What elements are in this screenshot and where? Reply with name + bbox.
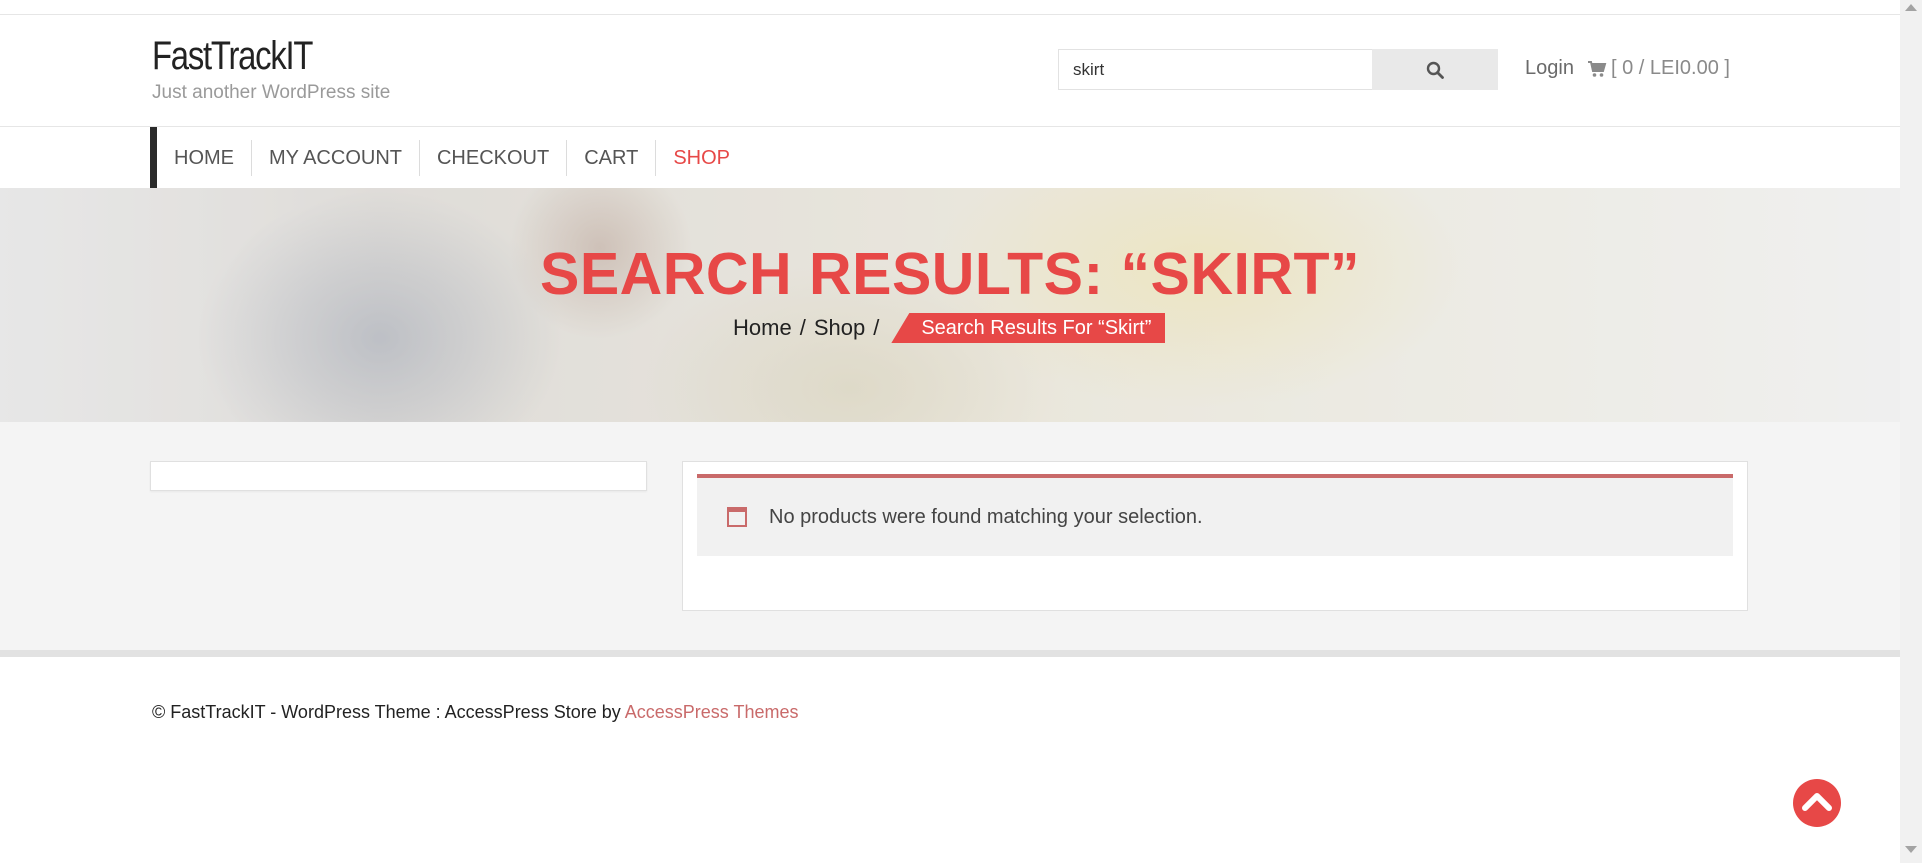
- breadcrumb-home[interactable]: Home: [733, 315, 792, 341]
- site-title[interactable]: FastTrackIT: [152, 34, 313, 79]
- search-icon: [1426, 61, 1444, 79]
- chevron-up-circle-icon: [1802, 793, 1832, 811]
- breadcrumb: Home / Shop / Search Results For “Skirt”: [733, 313, 1166, 343]
- site-description: Just another WordPress site: [152, 82, 391, 103]
- nav-item-cart[interactable]: CART: [567, 139, 657, 176]
- breadcrumb-shop[interactable]: Shop: [814, 315, 865, 341]
- page-title: SEARCH RESULTS: “SKIRT”: [539, 241, 1361, 307]
- breadcrumb-separator: /: [873, 315, 880, 340]
- footer-credit: © FastTrackIT - WordPress Theme : Access…: [152, 702, 798, 723]
- cart-icon: [1588, 60, 1607, 77]
- top-divider: [0, 14, 1900, 15]
- info-icon: [727, 507, 747, 527]
- main-nav: HOME MY ACCOUNT CHECKOUT CART SHOP: [150, 127, 747, 188]
- info-notice: No products were found matching your sel…: [697, 474, 1733, 556]
- search-button[interactable]: [1372, 49, 1498, 90]
- nav-item-shop[interactable]: SHOP: [656, 140, 747, 176]
- footer-divider: [0, 650, 1900, 657]
- scroll-down-arrow[interactable]: [1905, 846, 1917, 853]
- page-banner: SEARCH RESULTS: “SKIRT” Home / Shop / Se…: [0, 188, 1900, 422]
- login-link[interactable]: Login: [1525, 57, 1574, 80]
- footer-theme-link[interactable]: AccessPress Themes: [625, 702, 799, 722]
- sidebar-widget: [150, 461, 647, 491]
- scrollbar[interactable]: [1900, 0, 1922, 863]
- scroll-up-arrow[interactable]: [1905, 4, 1917, 11]
- cart-summary: [ 0 / LEI0.00 ]: [1611, 57, 1730, 79]
- breadcrumb-current: Search Results For “Skirt”: [891, 313, 1166, 343]
- nav-item-checkout[interactable]: CHECKOUT: [420, 139, 568, 176]
- notice-text: No products were found matching your sel…: [769, 505, 1203, 528]
- cart-link[interactable]: [ 0 / LEI0.00 ]: [1587, 57, 1730, 80]
- search-input[interactable]: skirt: [1058, 49, 1373, 90]
- nav-item-my-account[interactable]: MY ACCOUNT: [252, 139, 420, 176]
- nav-item-home[interactable]: HOME: [157, 139, 252, 176]
- back-to-top-button[interactable]: [1793, 779, 1841, 827]
- breadcrumb-separator: /: [799, 315, 806, 340]
- footer-copyright: © FastTrackIT - WordPress Theme : Access…: [152, 702, 621, 722]
- product-results: No products were found matching your sel…: [682, 461, 1748, 611]
